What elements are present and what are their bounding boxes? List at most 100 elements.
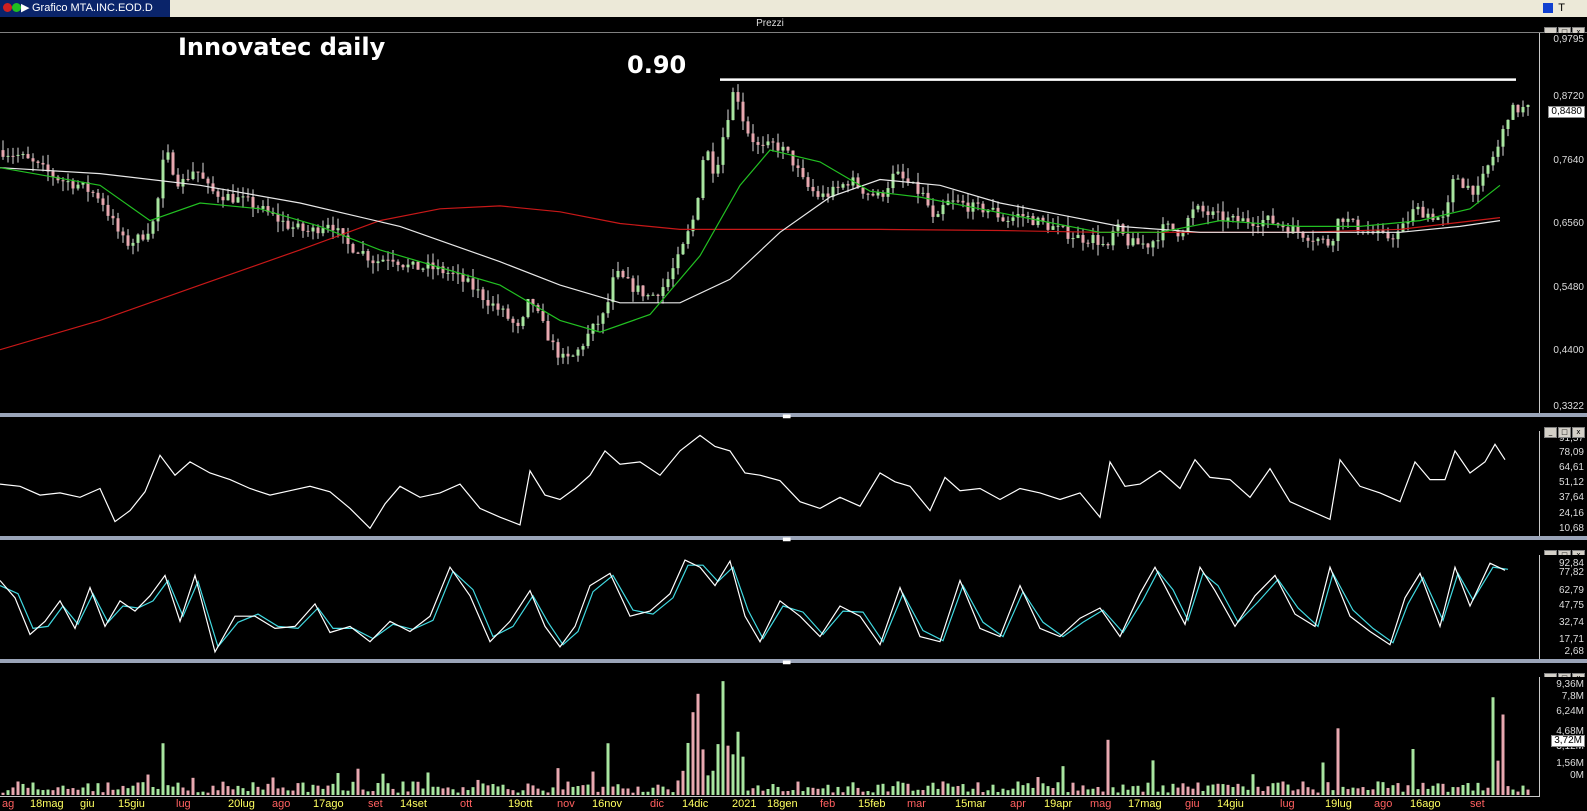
volume-bar xyxy=(1156,791,1160,795)
volume-bar xyxy=(1366,790,1370,795)
volume-bar xyxy=(1261,790,1265,795)
pane-splitter[interactable]: ▬ xyxy=(0,658,1587,668)
date-tick-label: 20lug xyxy=(228,798,255,810)
candle-body xyxy=(356,252,360,254)
candle-body xyxy=(136,234,140,243)
volume-bar xyxy=(216,790,220,795)
candle-body xyxy=(386,259,390,261)
volume-bar xyxy=(706,775,710,795)
candle-body xyxy=(731,92,735,121)
volume-bar xyxy=(461,787,465,795)
volume-bar xyxy=(81,787,85,795)
candle-body xyxy=(596,323,600,325)
volume-bar xyxy=(916,789,920,795)
osc2-tick: 62,79 xyxy=(1558,585,1584,596)
pane-splitter[interactable]: ▬ xyxy=(0,535,1587,545)
volume-bar xyxy=(1061,766,1065,795)
candle-body xyxy=(466,278,470,282)
volume-bar xyxy=(861,791,865,795)
type-indicator[interactable]: T xyxy=(1558,2,1565,14)
pane-splitter[interactable]: ▬ xyxy=(0,412,1587,422)
date-tick-label: set xyxy=(1470,798,1485,810)
candle-body xyxy=(1521,106,1525,113)
candle-body xyxy=(1451,179,1455,203)
volume-bar xyxy=(51,790,55,795)
volume-bar xyxy=(711,770,715,795)
volume-tick: 0M xyxy=(1570,770,1584,781)
volume-bar xyxy=(1416,789,1420,795)
close-dot-icon[interactable] xyxy=(3,3,12,12)
volume-bar xyxy=(696,693,700,795)
volume-bar xyxy=(751,788,755,795)
date-tick-label: 2021 xyxy=(732,798,757,810)
volume-chart[interactable] xyxy=(0,677,1540,795)
oscillator-1-chart[interactable] xyxy=(0,431,1540,536)
volume-bar xyxy=(766,789,770,795)
volume-bar xyxy=(1076,790,1080,795)
volume-bar xyxy=(1461,784,1465,795)
candle-body xyxy=(261,206,265,209)
candle-body xyxy=(811,186,815,192)
color-square-icon[interactable] xyxy=(1543,3,1553,13)
volume-bar xyxy=(1236,783,1240,795)
candle-body xyxy=(991,207,995,210)
candle-body xyxy=(1511,104,1515,120)
volume-bar xyxy=(1021,785,1025,795)
candle-body xyxy=(636,285,640,292)
volume-bar xyxy=(626,788,630,795)
oscillator-2-chart[interactable] xyxy=(0,555,1540,659)
splitter-grip-icon: ▬ xyxy=(782,534,792,545)
volume-bar xyxy=(96,783,100,795)
candle-body xyxy=(191,171,195,180)
volume-bar xyxy=(1516,791,1520,795)
candle-body xyxy=(1456,178,1460,180)
volume-bar xyxy=(976,782,980,795)
candle-body xyxy=(751,133,755,143)
candle-body xyxy=(856,177,860,188)
date-tick-label: 18gen xyxy=(767,798,798,810)
candle-body xyxy=(351,244,355,253)
candle-body xyxy=(496,303,500,310)
volume-bar xyxy=(981,792,985,795)
candle-body xyxy=(451,272,455,274)
maximize-pane-button[interactable]: □ xyxy=(1558,427,1571,438)
candle-body xyxy=(1491,156,1495,166)
volume-bar xyxy=(1086,789,1090,795)
volume-bar xyxy=(141,782,145,795)
play-arrow-icon[interactable]: ▶ xyxy=(21,1,29,14)
price-chart[interactable] xyxy=(0,33,1540,413)
minimize-pane-button[interactable]: _ xyxy=(1544,427,1557,438)
candle-body xyxy=(486,300,490,306)
volume-bar xyxy=(641,791,645,795)
candle-body xyxy=(736,92,740,102)
date-tick-label: 19apr xyxy=(1044,798,1073,810)
close-pane-button[interactable]: x xyxy=(1572,427,1585,438)
volume-bar xyxy=(601,786,605,795)
volume-bar xyxy=(546,792,550,795)
candle-body xyxy=(951,200,955,202)
volume-bar xyxy=(146,774,150,795)
candle-body xyxy=(1191,209,1195,218)
candle-body xyxy=(1411,209,1415,222)
volume-bar xyxy=(316,785,320,795)
volume-bar xyxy=(1,792,5,795)
candle-body xyxy=(36,161,40,163)
volume-bar xyxy=(816,788,820,795)
candle-body xyxy=(471,278,475,290)
volume-bar xyxy=(1501,714,1505,795)
volume-bar xyxy=(256,786,260,795)
candle-body xyxy=(361,251,365,254)
volume-bar xyxy=(1286,784,1290,795)
volume-bar xyxy=(1351,787,1355,795)
volume-bar xyxy=(1146,782,1150,795)
last-volume-box: 3,72M xyxy=(1551,735,1585,747)
volume-bar xyxy=(761,790,765,795)
candle-body xyxy=(721,137,725,165)
volume-bar xyxy=(836,786,840,795)
volume-bar xyxy=(1426,788,1430,795)
volume-bar xyxy=(176,782,180,795)
candle-body xyxy=(746,121,750,134)
volume-bar xyxy=(1341,786,1345,795)
candle-body xyxy=(391,259,395,262)
volume-bar xyxy=(1016,781,1020,795)
